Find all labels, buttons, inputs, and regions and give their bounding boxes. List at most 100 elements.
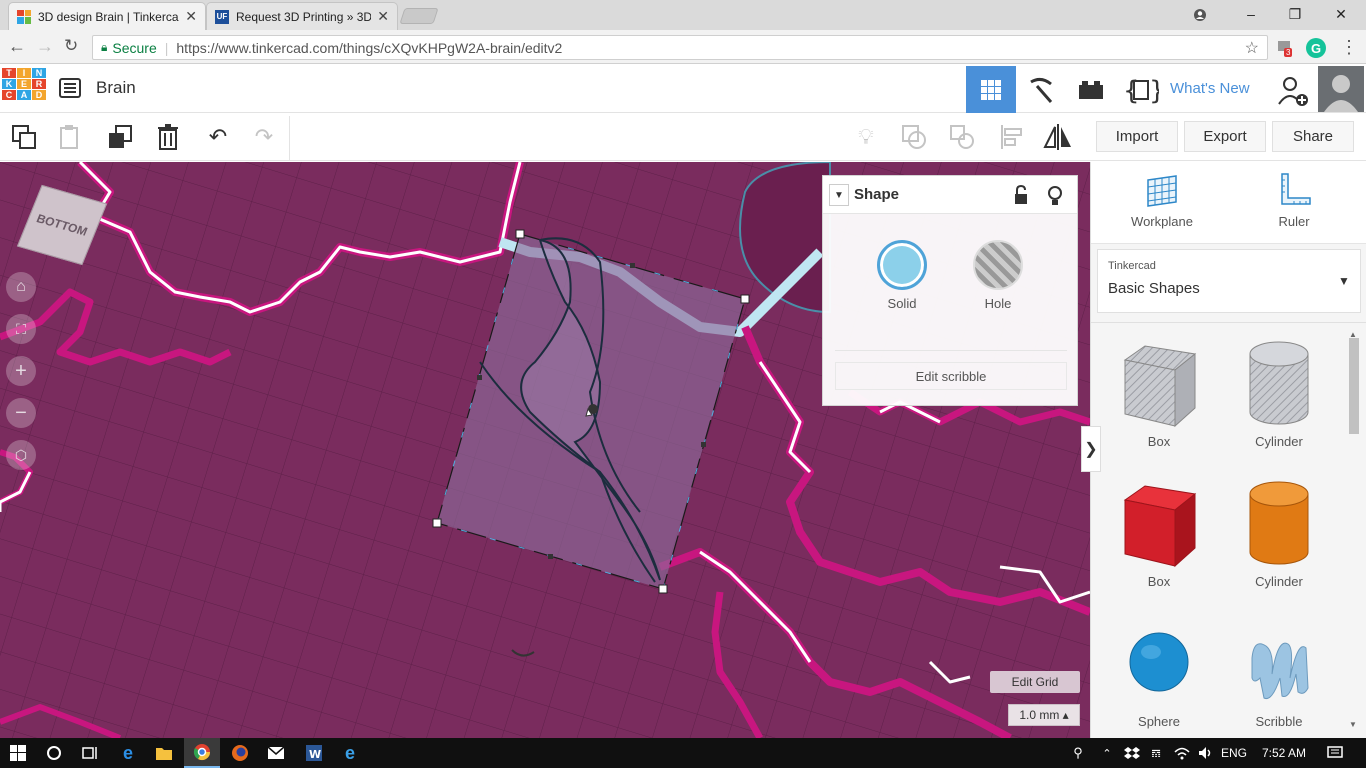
edit-grid-button[interactable]: Edit Grid (990, 671, 1080, 693)
undo-button[interactable]: ↶ (200, 120, 236, 154)
perspective-icon[interactable]: ⬡ (6, 440, 36, 470)
minimize-button[interactable]: – (1228, 0, 1274, 28)
shape-sphere[interactable]: Sphere (1099, 618, 1219, 758)
close-window-button[interactable]: ✕ (1318, 0, 1364, 28)
delete-button[interactable] (150, 120, 186, 154)
action-center-icon[interactable] (1320, 738, 1350, 768)
windows-start-icon[interactable] (0, 738, 36, 768)
tinkercad-logo[interactable]: TIN KER CAD (2, 68, 46, 110)
tab-tinkercad[interactable]: 3D design Brain | Tinkerca ✕ (8, 2, 206, 30)
mirror-button[interactable] (1040, 120, 1076, 154)
avatar[interactable] (1318, 66, 1364, 112)
shape-cylinder[interactable]: Cylinder (1219, 478, 1339, 618)
internet-explorer-icon[interactable]: e (332, 738, 368, 768)
word-icon[interactable]: W (296, 738, 332, 768)
url-text[interactable]: https://www.tinkercad.com/things/cXQvKHP… (176, 40, 562, 56)
align-button[interactable] (994, 120, 1030, 154)
extension-badge: 3 (1284, 48, 1293, 57)
logo-tile: T (2, 68, 16, 78)
show-all-button[interactable]: 💡︎ (848, 120, 884, 154)
new-tab-button[interactable] (399, 8, 439, 24)
solid-option[interactable] (877, 240, 927, 290)
chrome-menu-icon[interactable]: ⋮ (1340, 37, 1358, 58)
grid-icon (981, 79, 1001, 100)
workplane-icon (1147, 175, 1177, 207)
scroll-down-icon[interactable]: ▼ (1349, 720, 1357, 729)
dropbox-icon[interactable] (1120, 738, 1144, 768)
reload-icon[interactable]: ↻ (64, 36, 78, 56)
shape-cylinder-hole[interactable]: Cylinder (1219, 338, 1339, 478)
mail-icon[interactable] (258, 738, 294, 768)
zoom-out-icon[interactable]: − (6, 398, 36, 428)
bricks-button[interactable] (1066, 66, 1116, 113)
redo-button[interactable]: ↷ (246, 120, 282, 154)
group-button[interactable] (896, 120, 932, 154)
share-button[interactable]: Share (1272, 121, 1354, 152)
logo-tile (2, 101, 16, 110)
ime-icon[interactable]: 𝌗 (1144, 738, 1168, 768)
zoom-in-icon[interactable]: + (6, 356, 36, 386)
wifi-icon[interactable] (1170, 738, 1194, 768)
shape-scribble[interactable]: Scribble (1219, 618, 1339, 758)
fit-view-icon[interactable]: ⛶ (6, 314, 36, 344)
tab-request-3d-printing[interactable]: UF Request 3D Printing » 3D ✕ (206, 2, 398, 30)
home-view-icon[interactable]: ⌂ (6, 272, 36, 302)
edit-scribble-button[interactable]: Edit scribble (835, 362, 1067, 390)
collapse-panel-button[interactable]: ❯ (1081, 426, 1101, 472)
minecraft-pickaxe-button[interactable] (1016, 66, 1066, 113)
logo-tile: N (32, 68, 46, 78)
extension-icon[interactable]: 3 (1276, 38, 1296, 58)
hole-option[interactable] (973, 240, 1023, 290)
chrome-taskbar-icon[interactable] (184, 738, 220, 768)
file-explorer-icon[interactable] (146, 738, 182, 768)
logo-tile: E (17, 79, 31, 89)
firefox-icon[interactable] (222, 738, 258, 768)
edge-icon[interactable]: e (110, 738, 146, 768)
snap-grid-select[interactable]: 1.0 mm ▴ (1008, 704, 1080, 726)
grammarly-icon[interactable]: G (1306, 38, 1326, 58)
omnibox[interactable]: 🔒︎ Secure | https://www.tinkercad.com/th… (92, 35, 1268, 60)
cortana-icon[interactable] (36, 738, 72, 768)
shapes-scrollbar[interactable]: ▲ ▼ (1347, 330, 1361, 730)
duplicate-button[interactable] (102, 120, 138, 154)
show-hidden-icons[interactable]: ⌃ (1096, 738, 1118, 768)
design-title[interactable]: Brain (96, 78, 136, 98)
collapse-inspector-icon[interactable]: ▼ (829, 184, 849, 206)
paste-button[interactable] (52, 120, 88, 154)
task-view-icon[interactable] (72, 738, 108, 768)
profile-icon[interactable] (1190, 6, 1210, 24)
shape-library-select[interactable]: Tinkercad Basic Shapes ▼ (1097, 249, 1361, 313)
tab-close-icon[interactable]: ✕ (185, 8, 197, 25)
scribble-icon (1251, 642, 1309, 700)
tab-close-icon[interactable]: ✕ (377, 8, 389, 25)
lock-icon[interactable] (1013, 184, 1029, 210)
export-button[interactable]: Export (1184, 121, 1266, 152)
copy-button[interactable] (6, 120, 42, 154)
import-button[interactable]: Import (1096, 121, 1178, 152)
solid-label: Solid (887, 296, 917, 311)
shape-box[interactable]: Box (1099, 478, 1219, 618)
library-name: Basic Shapes (1108, 280, 1200, 297)
whats-new-link[interactable]: What's New (1170, 80, 1250, 97)
bookmark-star-icon[interactable]: ☆ (1245, 38, 1259, 58)
ungroup-icon (950, 125, 974, 149)
library-group-label: Tinkercad (1108, 260, 1156, 272)
codeblocks-button[interactable]: {} (1116, 66, 1166, 113)
lightbulb-icon[interactable] (1047, 185, 1063, 212)
add-user-icon[interactable] (1276, 74, 1312, 110)
shape-label: Cylinder (1255, 574, 1303, 589)
scrollbar-thumb[interactable] (1349, 338, 1359, 434)
back-icon[interactable]: ← (8, 36, 26, 57)
ungroup-button[interactable] (944, 120, 980, 154)
ruler-tool[interactable]: Ruler (1259, 172, 1329, 238)
forward-icon[interactable]: → (36, 36, 54, 57)
language-indicator[interactable]: ENG (1218, 738, 1250, 768)
shape-box-hole[interactable]: Box (1099, 338, 1219, 478)
workplane-tool[interactable]: Workplane (1127, 172, 1197, 238)
volume-icon[interactable] (1194, 738, 1218, 768)
people-icon[interactable]: ⚲ (1066, 738, 1090, 768)
3d-design-view-button[interactable] (966, 66, 1016, 113)
clock[interactable]: 7:52 AM (1254, 738, 1314, 768)
design-list-icon[interactable] (58, 76, 82, 100)
restore-button[interactable]: ❐ (1272, 0, 1318, 28)
